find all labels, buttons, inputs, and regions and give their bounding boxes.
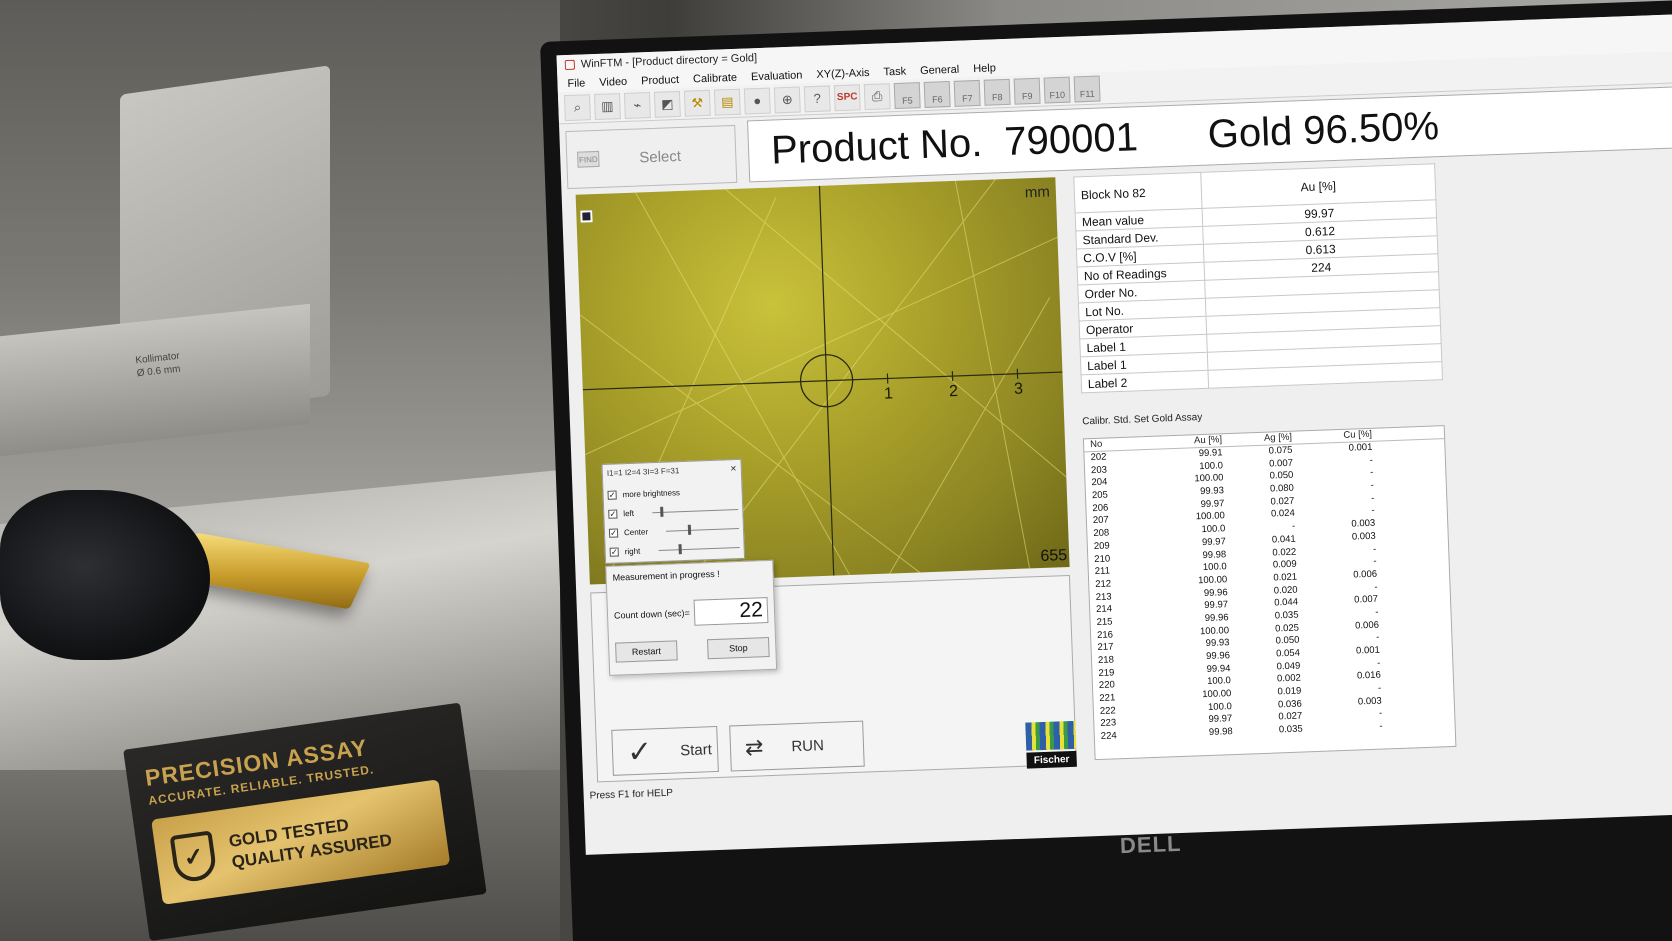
countdown-label: Count down (sec)= <box>613 607 691 621</box>
winftm-window: WinFTM - [Product directory = Gold] File… <box>556 12 1672 855</box>
monitor: WinFTM - [Product directory = Gold] File… <box>540 0 1672 941</box>
find-icon: FIND <box>577 150 600 168</box>
countdown-value: 22 <box>693 597 769 626</box>
start-label: Start <box>679 740 713 759</box>
scale-tick-label: 3 <box>1014 381 1024 398</box>
product-number-label: Product No. <box>770 120 983 173</box>
checkbox[interactable]: ✓ <box>608 509 618 519</box>
menu-product[interactable]: Product <box>641 73 679 86</box>
crosshair-horizontal <box>582 371 1063 391</box>
cell-cu: - <box>1379 720 1383 732</box>
slider-knob[interactable] <box>660 506 664 517</box>
menu-help[interactable]: Help <box>973 62 996 75</box>
cell-no: 224 <box>1100 730 1117 743</box>
calibration-label: Calibr. Std. Set Gold Assay <box>1082 411 1203 428</box>
status-bar: Press F1 for HELP <box>589 787 674 802</box>
checkbox[interactable]: ✓ <box>609 547 619 557</box>
slider-knob[interactable] <box>678 544 682 555</box>
option-label: more brightness <box>622 488 681 500</box>
logo-graphic <box>1025 720 1077 751</box>
dot-icon[interactable]: ● <box>743 87 771 115</box>
countdown-dialog-title: Measurement in progress ! <box>612 568 720 583</box>
slider-knob[interactable] <box>687 524 692 535</box>
checkbox[interactable]: ✓ <box>607 490 617 500</box>
help-cursor-icon[interactable]: ? <box>803 84 831 112</box>
magnifier-icon[interactable]: ⌕ <box>563 93 591 121</box>
shield-check-icon: ✓ <box>169 830 218 884</box>
zoom-icon[interactable]: ⊕ <box>773 86 801 113</box>
right-option[interactable]: ✓ right <box>609 538 740 562</box>
checkmark-icon: ✓ <box>626 734 653 769</box>
cell-ag: 0.035 <box>1278 723 1303 736</box>
brightness-dialog-title: I1=1 I2=4 3I=3 F=31 <box>606 466 680 478</box>
right-slider[interactable] <box>658 544 740 555</box>
f11-key[interactable]: F11 <box>1073 75 1101 102</box>
readings-table[interactable]: No Au [%] Ag [%] Cu [%] 202 99.91 0.075 0.0… <box>1082 425 1457 761</box>
block-statistics-table: Block No 82 Au [%] Mean value 99.97 Standar… <box>1073 163 1443 394</box>
chart-icon[interactable]: ◩ <box>653 90 681 118</box>
countdown-dialog: Measurement in progress ! Count down (se… <box>605 559 778 676</box>
restart-button[interactable]: Restart <box>615 640 678 663</box>
logo-text: Fischer <box>1026 750 1077 769</box>
f8-key[interactable]: F8 <box>983 78 1011 106</box>
menu-file[interactable]: File <box>567 77 585 90</box>
f7-key[interactable]: F7 <box>953 79 981 107</box>
cell-au: 99.98 <box>1208 726 1233 739</box>
monitor-brand: DELL <box>1119 830 1182 859</box>
collimator-label: Kollimator Ø 0.6 mm <box>135 350 182 381</box>
menu-video[interactable]: Video <box>599 75 627 88</box>
info-label: Label 2 <box>1081 370 1209 393</box>
printer-icon[interactable]: ⎙ <box>863 82 891 110</box>
frame-counter: 655 <box>1040 547 1068 566</box>
menu-xyz-axis[interactable]: XY(Z)-Axis <box>816 66 870 80</box>
ruler-icon[interactable]: ▥ <box>593 92 621 120</box>
menu-evaluation[interactable]: Evaluation <box>751 69 803 83</box>
stop-button[interactable]: Stop <box>706 637 770 660</box>
gloved-hand <box>0 490 210 660</box>
grid-icon[interactable] <box>580 210 593 223</box>
spectrum-icon[interactable]: ⌁ <box>623 91 651 119</box>
block-number: Block No 82 <box>1073 172 1203 214</box>
f6-key[interactable]: F6 <box>923 80 951 108</box>
brightness-dialog: I1=1 I2=4 3I=3 F=31 ✕ ✓ more brightness ✓… <box>601 458 746 564</box>
open-book-icon[interactable]: ▤ <box>713 88 741 116</box>
select-label: Select <box>638 147 682 166</box>
product-assay: Gold 96.50% <box>1206 103 1440 157</box>
run-label: RUN <box>791 736 825 755</box>
menu-calibrate[interactable]: Calibrate <box>693 71 737 85</box>
center-slider[interactable] <box>666 524 739 535</box>
option-label: left <box>623 508 635 519</box>
f5-key[interactable]: F5 <box>893 81 921 109</box>
checkbox[interactable]: ✓ <box>608 528 619 538</box>
left-slider[interactable] <box>651 506 739 517</box>
option-label: right <box>624 546 641 557</box>
scale-tick-label: 2 <box>949 383 959 400</box>
f9-key[interactable]: F9 <box>1013 77 1041 105</box>
window-title: WinFTM - [Product directory = Gold] <box>580 52 758 71</box>
fischer-logo: Fischer <box>1025 720 1077 771</box>
menu-general[interactable]: General <box>920 63 960 76</box>
product-number: Product No. 790001 <box>770 115 1138 173</box>
close-icon[interactable]: ✕ <box>730 464 737 473</box>
tool-icon[interactable]: ⚒ <box>683 89 711 117</box>
scale-tick-label: 1 <box>884 385 894 402</box>
f10-key[interactable]: F10 <box>1043 76 1071 104</box>
product-number-value: 790001 <box>1003 114 1139 164</box>
option-label: Center <box>623 527 649 538</box>
start-button[interactable]: ✓ Start <box>611 725 719 776</box>
photo-scene: Kollimator Ø 0.6 mm PRECISION ASSAY ACCU… <box>0 0 1672 941</box>
unit-label: mm <box>1024 183 1051 202</box>
menu-task[interactable]: Task <box>883 65 906 78</box>
select-button[interactable]: FIND Select <box>565 124 738 190</box>
run-button[interactable]: ⇄ RUN <box>729 720 865 772</box>
repeat-icon: ⇄ <box>744 734 764 760</box>
app-icon <box>564 59 576 71</box>
spc-icon[interactable]: SPC <box>833 83 861 111</box>
